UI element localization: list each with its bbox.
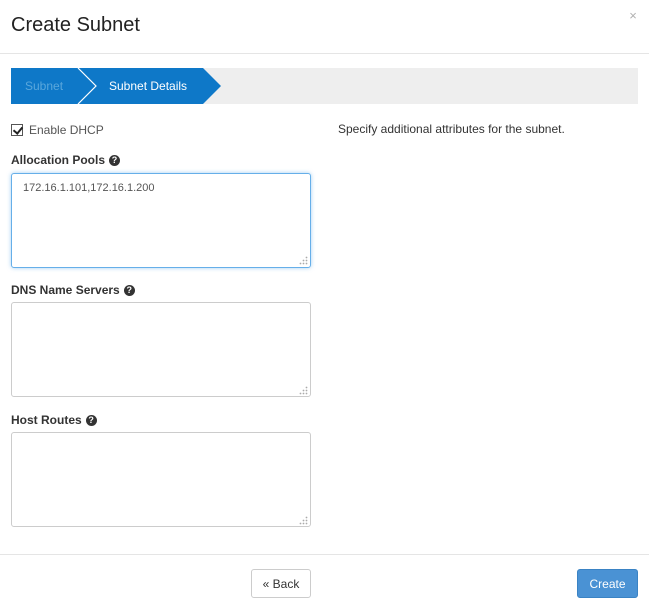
dialog-header: Create Subnet × — [0, 0, 649, 54]
host-routes-input[interactable] — [11, 432, 311, 527]
question-circle-icon[interactable]: ? — [123, 284, 135, 296]
enable-dhcp-label: Enable DHCP — [29, 123, 104, 137]
dns-name-servers-label-row: DNS Name Servers ? — [11, 283, 135, 297]
allocation-pools-label-row: Allocation Pools ? — [11, 153, 121, 167]
host-routes-label: Host Routes — [11, 413, 82, 427]
create-subnet-dialog: Create Subnet × Subnet Subnet Details En… — [0, 0, 649, 609]
wizard-step-subnet[interactable]: Subnet — [25, 68, 63, 104]
allocation-pools-input[interactable] — [11, 173, 311, 268]
resize-grip-icon[interactable] — [299, 256, 308, 265]
dns-name-servers-input[interactable] — [11, 302, 311, 397]
close-icon[interactable]: × — [627, 9, 639, 23]
host-routes-label-row: Host Routes ? — [11, 413, 97, 427]
question-circle-icon[interactable]: ? — [85, 414, 97, 426]
enable-dhcp-checkbox[interactable] — [11, 124, 23, 136]
enable-dhcp-row: Enable DHCP — [11, 122, 104, 138]
wizard-step-subnet-details[interactable]: Subnet Details — [109, 68, 187, 104]
question-circle-icon[interactable]: ? — [109, 154, 121, 166]
back-button[interactable]: « Back — [251, 569, 311, 598]
resize-grip-icon[interactable] — [299, 516, 308, 525]
dialog-title: Create Subnet — [11, 14, 140, 36]
wizard-arrows — [11, 68, 221, 104]
dialog-footer — [0, 554, 649, 609]
dns-name-servers-label: DNS Name Servers — [11, 283, 120, 297]
create-button[interactable]: Create — [577, 569, 638, 598]
resize-grip-icon[interactable] — [299, 386, 308, 395]
help-text: Specify additional attributes for the su… — [338, 122, 565, 136]
wizard-steps: Subnet Subnet Details — [11, 68, 638, 104]
allocation-pools-label: Allocation Pools — [11, 153, 106, 167]
